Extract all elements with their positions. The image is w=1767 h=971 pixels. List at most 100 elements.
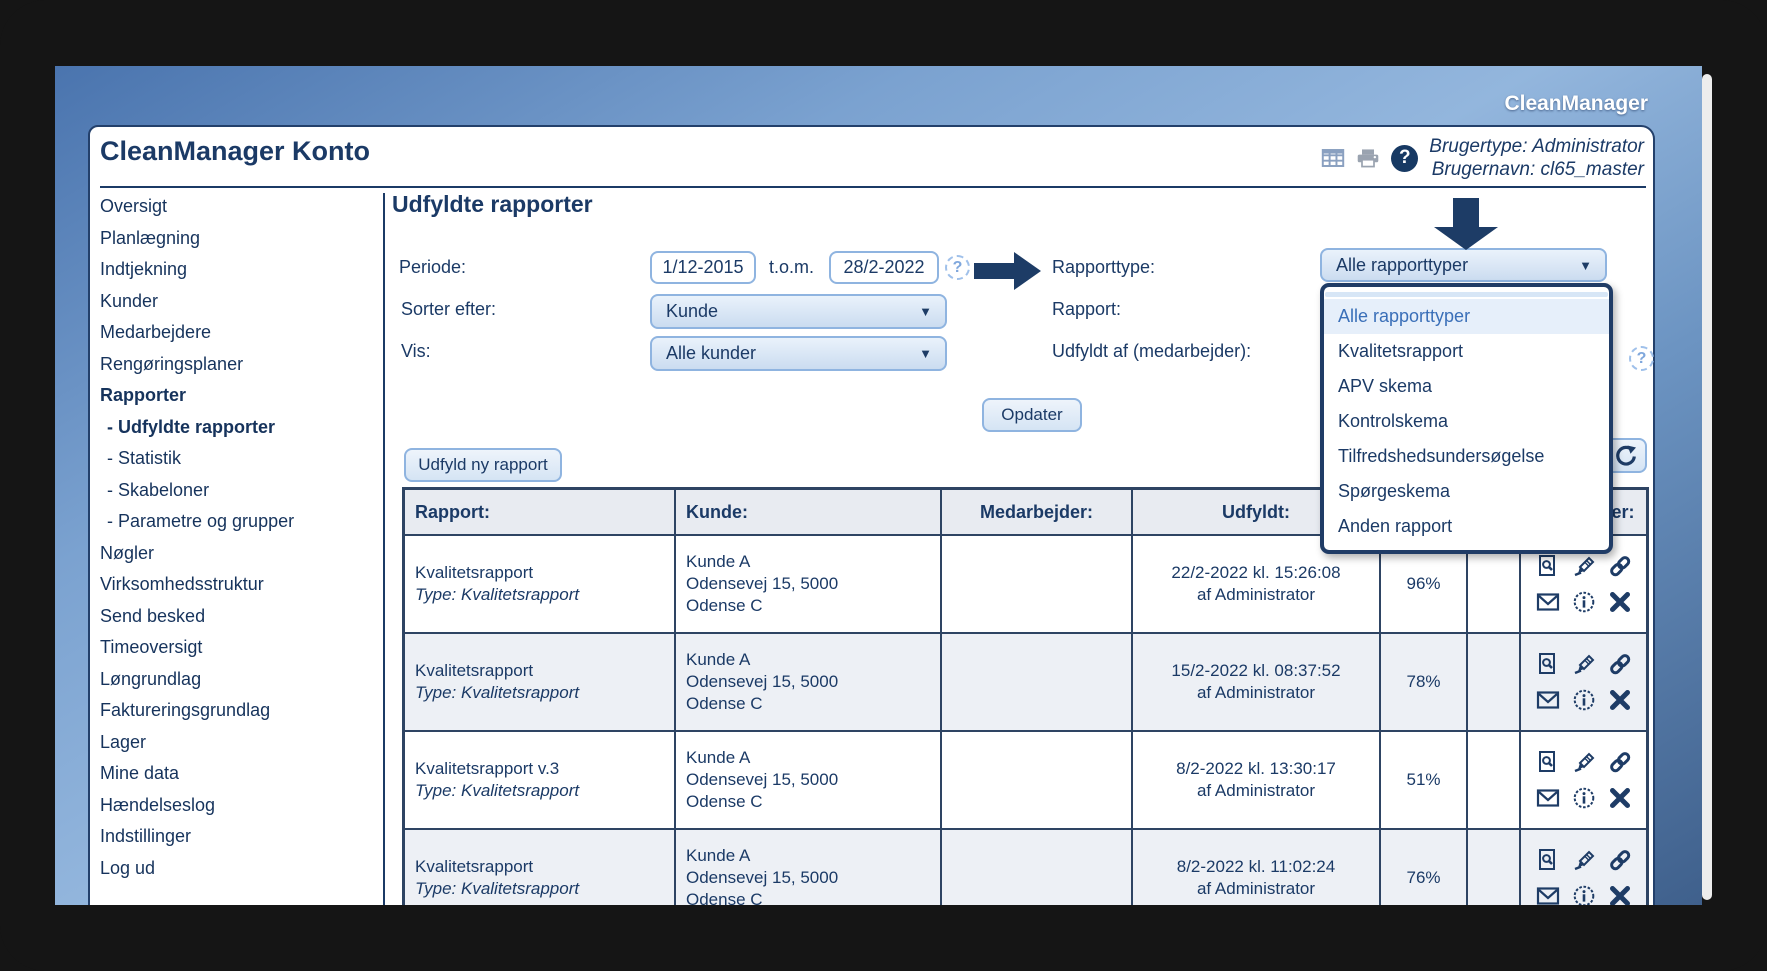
customer-line: Odense C [686, 694, 763, 713]
sorter-select[interactable]: Kunde ▼ [650, 294, 947, 329]
mail-icon[interactable] [1536, 786, 1560, 810]
delete-icon[interactable] [1608, 884, 1632, 905]
link-icon[interactable] [1608, 652, 1632, 676]
udfyldt-af-hint-icon[interactable]: ? [1629, 346, 1654, 371]
sidebar-item[interactable]: - Skabeloner [100, 475, 378, 507]
info-icon[interactable] [1572, 884, 1596, 905]
preview-icon[interactable] [1536, 848, 1560, 872]
cell-medarbejder [942, 732, 1133, 830]
sidebar-item[interactable]: Hændelseslog [100, 790, 378, 822]
sidebar-item-label: Rengøringsplaner [100, 353, 244, 374]
preview-icon[interactable] [1536, 554, 1560, 578]
preview-icon[interactable] [1536, 652, 1560, 676]
rapporttype-select[interactable]: Alle rapporttyper ▼ [1320, 248, 1607, 282]
edit-icon[interactable] [1572, 554, 1596, 578]
mail-icon[interactable] [1536, 688, 1560, 712]
help-icon[interactable]: ? [1391, 144, 1419, 172]
cell-percent: 51% [1381, 732, 1468, 830]
arrow-shaft [974, 263, 1014, 279]
cell-rapport: Kvalitetsrapport Type: Kvalitetsrapport [405, 830, 676, 905]
dropdown-option[interactable]: Kontrolskema [1324, 404, 1609, 439]
sidebar-item[interactable]: Log ud [100, 853, 378, 885]
dropdown-option[interactable]: Tilfredshedsundersøgelse [1324, 439, 1609, 474]
report-name: Kvalitetsrapport [415, 857, 534, 876]
edit-icon[interactable] [1572, 652, 1596, 676]
tom-label: t.o.m. [769, 257, 815, 277]
dropdown-option[interactable]: Alle rapporttyper [1324, 299, 1609, 334]
link-icon[interactable] [1608, 750, 1632, 774]
brand-text: CleanManager [1504, 92, 1648, 115]
sidebar-item[interactable]: Send besked [100, 601, 378, 633]
edit-icon[interactable] [1572, 750, 1596, 774]
cell-actions [1521, 634, 1646, 732]
link-icon[interactable] [1608, 554, 1632, 578]
sidebar-item-label: Indstillinger [100, 826, 192, 846]
sorter-label: Sorter efter: [401, 299, 497, 319]
sidebar-item[interactable]: Oversigt [100, 191, 378, 223]
print-icon[interactable] [1356, 146, 1380, 170]
preview-icon[interactable] [1536, 750, 1560, 774]
dropdown-option[interactable]: Anden rapport [1324, 509, 1609, 544]
dropdown-option[interactable]: APV skema [1324, 369, 1609, 404]
sidebar-item[interactable]: Kunder [100, 286, 378, 318]
dropdown-option[interactable]: Spørgeskema [1324, 474, 1609, 509]
edit-icon[interactable] [1572, 848, 1596, 872]
delete-icon[interactable] [1608, 590, 1632, 614]
section-heading: Udfyldte rapporter [392, 191, 593, 217]
sidebar-item[interactable]: Nøgler [100, 538, 378, 570]
sidebar-item[interactable]: - Udfyldte rapporter [100, 412, 378, 444]
sidebar-item[interactable]: Indstillinger [100, 821, 378, 853]
customer-line: Odensevej 15, 5000 [686, 770, 839, 789]
sidebar-item-label: Faktureringsgrundlag [100, 700, 271, 720]
table-grid-icon[interactable] [1321, 146, 1345, 170]
cell-rapport: Kvalitetsrapport v.3 Type: Kvalitetsrapp… [405, 732, 676, 830]
mail-icon[interactable] [1536, 590, 1560, 614]
info-icon[interactable] [1572, 590, 1596, 614]
dropdown-option[interactable]: Kvalitetsrapport [1324, 334, 1609, 369]
info-icon[interactable] [1572, 688, 1596, 712]
arrow-head [1014, 252, 1041, 290]
scrollbar-strip[interactable] [1702, 74, 1712, 900]
desktop-background: CleanManager CleanManager Konto ? Bruger… [55, 66, 1702, 905]
annotation-arrow-right [974, 252, 1041, 290]
rapporttype-value: Alle rapporttyper [1336, 254, 1469, 275]
completed-by: af Administrator [1196, 585, 1316, 604]
arrow-head [1434, 227, 1498, 250]
sidebar-item[interactable]: Medarbejdere [100, 317, 378, 349]
link-icon[interactable] [1608, 848, 1632, 872]
sidebar-item[interactable]: Rapporter [100, 380, 378, 412]
opdater-button[interactable]: Opdater [982, 398, 1082, 432]
customer-line: Odensevej 15, 5000 [686, 574, 839, 593]
sidebar-item[interactable]: Rengøringsplaner [100, 349, 378, 381]
completed-by: af Administrator [1196, 781, 1316, 800]
row-action-icons [1532, 554, 1636, 614]
delete-icon[interactable] [1608, 786, 1632, 810]
sidebar-item[interactable]: - Parametre og grupper [100, 506, 378, 538]
sidebar-item[interactable]: Faktureringsgrundlag [100, 695, 378, 727]
sidebar-item[interactable]: Mine data [100, 758, 378, 790]
report-type: Type: Kvalitetsrapport [415, 879, 580, 898]
header-divider [100, 186, 1646, 188]
sidebar-item[interactable]: Timeoversigt [100, 632, 378, 664]
annotation-arrow-down [1434, 198, 1498, 250]
sidebar-item[interactable]: Lager [100, 727, 378, 759]
table-body: Kvalitetsrapport Type: Kvalitetsrapport … [405, 536, 1646, 905]
info-icon[interactable] [1572, 786, 1596, 810]
sidebar-item[interactable]: Indtjekning [100, 254, 378, 286]
arrow-shaft [1453, 198, 1479, 227]
chevron-down-icon: ▼ [1579, 257, 1592, 273]
udfyld-ny-rapport-button[interactable]: Udfyld ny rapport [404, 448, 562, 482]
vis-select[interactable]: Alle kunder ▼ [650, 336, 947, 371]
sidebar-item[interactable]: Planlægning [100, 223, 378, 255]
window-toolbar: ? Brugertype: Administrator Brugernavn: … [1321, 135, 1644, 181]
sidebar-item[interactable]: Virksomhedsstruktur [100, 569, 378, 601]
mail-icon[interactable] [1536, 884, 1560, 905]
periode-to-input[interactable] [829, 251, 939, 284]
row-action-icons [1532, 750, 1636, 810]
sidebar-item[interactable]: - Statistik [100, 443, 378, 475]
cell-medarbejder [942, 536, 1133, 634]
delete-icon[interactable] [1608, 688, 1632, 712]
sidebar-item[interactable]: Løngrundlag [100, 664, 378, 696]
periode-hint-icon[interactable]: ? [945, 255, 970, 280]
periode-from-input[interactable] [650, 251, 756, 284]
